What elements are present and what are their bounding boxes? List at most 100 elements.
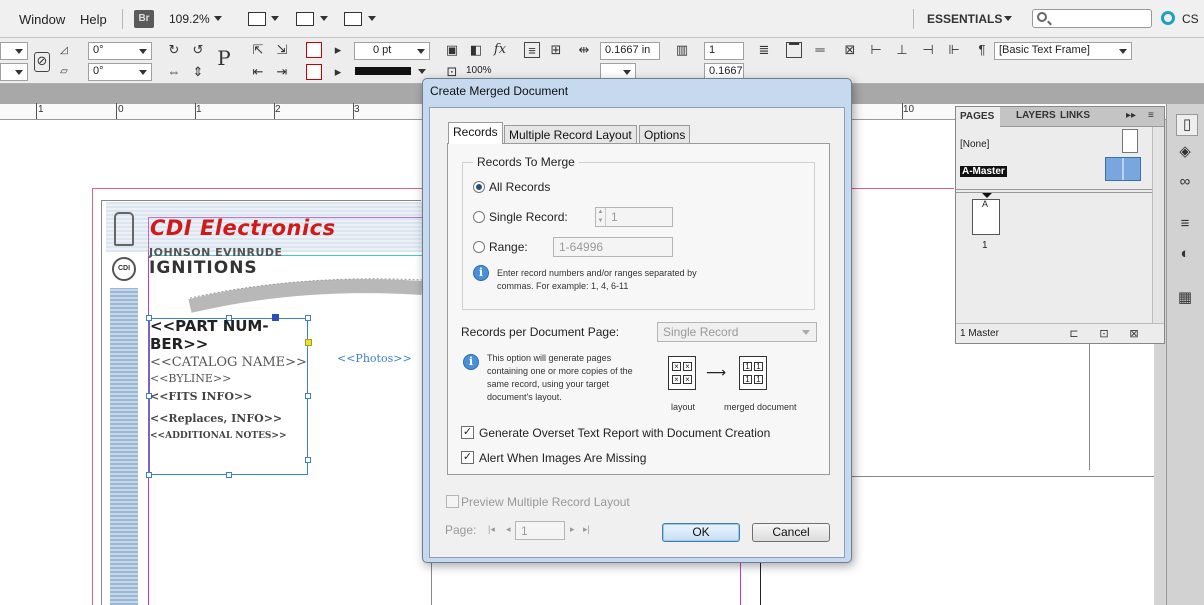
preview-layout-checkbox[interactable] <box>446 495 459 508</box>
frame-handle[interactable] <box>305 457 311 463</box>
preview-layout-label[interactable]: Preview Multiple Record Layout <box>461 495 630 509</box>
align-right-icon[interactable]: ⊣ <box>920 42 936 58</box>
menu-window[interactable]: Window <box>19 12 65 27</box>
last-page-icon[interactable]: ▸| <box>583 524 590 535</box>
search-input[interactable] <box>1032 9 1152 28</box>
master-none[interactable]: [None] <box>960 139 989 150</box>
all-records-radio[interactable] <box>473 181 485 193</box>
effects-icon[interactable]: ◧ <box>468 42 484 58</box>
fill-none-icon[interactable] <box>306 42 322 58</box>
frame-handle[interactable] <box>146 472 152 478</box>
tab-pages[interactable]: PAGES <box>956 107 1001 127</box>
tab-options[interactable]: Options <box>639 125 691 144</box>
screen-mode-dropdown-icon[interactable] <box>320 16 328 21</box>
arrange-dropdown-icon[interactable] <box>368 16 376 21</box>
stroke-panel-icon[interactable]: ≡ <box>1177 216 1193 232</box>
align-center-icon[interactable]: ⊥ <box>894 42 910 58</box>
range-input[interactable]: 1-64996 <box>553 237 673 257</box>
reference-point-icon[interactable]: P <box>216 48 232 68</box>
stroke-none-icon[interactable] <box>306 64 322 80</box>
panel-menu-icon[interactable]: ≡ <box>1148 110 1154 121</box>
edit-page-size-icon[interactable]: ⊏ <box>1066 326 1082 342</box>
range-radio[interactable] <box>473 241 485 253</box>
justify-icon[interactable]: ≣ <box>756 42 772 58</box>
align-left-icon[interactable]: ⊢ <box>868 42 884 58</box>
overset-report-label[interactable]: Generate Overset Text Report with Docume… <box>479 426 770 440</box>
single-record-radio[interactable] <box>473 211 485 223</box>
screen-mode-icon[interactable] <box>296 12 314 26</box>
workspace-switcher[interactable]: ESSENTIALS <box>927 12 1002 26</box>
constrain-link-icon[interactable]: ⊘ <box>34 52 50 72</box>
width-field[interactable]: 0.1667 in <box>600 42 660 60</box>
cancel-button[interactable]: Cancel <box>752 523 830 542</box>
view-dropdown-icon[interactable] <box>271 16 279 21</box>
single-record-label[interactable]: Single Record: <box>489 210 568 224</box>
tab-links[interactable]: LINKS <box>1060 110 1090 121</box>
stroke-type-swatch[interactable] <box>355 67 411 75</box>
rotation-angle-field[interactable]: 0° <box>88 42 152 60</box>
tab-layers[interactable]: LAYERS <box>1016 110 1056 121</box>
new-page-icon[interactable]: ⊡ <box>1096 326 1112 342</box>
pages-panel-icon[interactable]: ▯ <box>1176 114 1198 136</box>
x-field[interactable] <box>0 42 28 60</box>
record-spinner-icon[interactable]: ▲ ▼ <box>596 208 606 226</box>
overset-report-checkbox[interactable]: ✓ <box>461 426 474 439</box>
stroke-type-dropdown-icon[interactable] <box>418 69 426 74</box>
vertical-align-icon[interactable]: ═ <box>812 42 828 58</box>
stroke-weight-field[interactable]: 0 pt <box>354 42 430 60</box>
fx-icon[interactable]: fx <box>492 42 508 58</box>
alert-missing-images-checkbox[interactable]: ✓ <box>461 451 474 464</box>
workspace-dropdown-icon[interactable] <box>1004 16 1012 21</box>
all-records-label[interactable]: All Records <box>489 180 550 194</box>
select-previous-icon[interactable]: ⇤ <box>250 64 266 80</box>
select-container-icon[interactable]: ⇱ <box>250 42 266 58</box>
select-content-icon[interactable]: ⇲ <box>274 42 290 58</box>
panel-scrollbar[interactable] <box>1152 127 1164 323</box>
a-master-item[interactable]: A-Master <box>960 166 1007 177</box>
distribute-icon[interactable]: ⊩ <box>946 42 962 58</box>
next-page-icon[interactable]: ▸ <box>570 524 575 535</box>
cs-live-icon[interactable] <box>1161 11 1175 25</box>
panel-collapse-icon[interactable]: ▸▸ <box>1126 110 1136 121</box>
frame-handle[interactable] <box>226 472 232 478</box>
page-number-input[interactable]: 1 <box>515 521 565 540</box>
align-text-icon[interactable]: ≡ <box>524 42 540 58</box>
object-style-select[interactable]: [Basic Text Frame] <box>994 42 1132 60</box>
previous-page-icon[interactable]: ◂ <box>506 524 511 535</box>
y-field[interactable] <box>0 63 28 81</box>
cs-live-label[interactable]: CS <box>1182 12 1199 26</box>
layers-panel-icon[interactable]: ◈ <box>1177 144 1193 160</box>
stroke-dropdown-icon[interactable]: ▸ <box>330 64 346 80</box>
none-thumbnail[interactable] <box>1122 129 1138 153</box>
frame-fitting-icon[interactable]: ⊞ <box>548 42 564 58</box>
flip-h-icon[interactable]: ⇔ <box>166 64 182 80</box>
arrange-documents-icon[interactable] <box>344 12 362 26</box>
per-page-select[interactable]: Single Record <box>657 322 817 342</box>
flip-v-icon[interactable]: ⇕ <box>190 64 206 80</box>
opacity-value[interactable]: 100% <box>466 65 492 76</box>
swatches-panel-icon[interactable]: ◐ <box>1177 246 1193 262</box>
zoom-level[interactable]: 109.2% <box>169 12 210 26</box>
in-port-icon[interactable] <box>272 314 279 321</box>
links-panel-icon[interactable]: ∞ <box>1177 174 1193 190</box>
view-options-icon[interactable] <box>248 12 266 26</box>
frame-handle[interactable] <box>305 393 311 399</box>
a-master-thumbnail[interactable] <box>1105 157 1141 181</box>
alert-missing-images-label[interactable]: Alert When Images Are Missing <box>479 451 646 465</box>
text-wrap-icon[interactable]: ⊠ <box>842 42 858 58</box>
columns-field[interactable]: 1 <box>704 42 744 60</box>
menu-help[interactable]: Help <box>80 12 107 27</box>
fill-dropdown-icon[interactable]: ▸ <box>330 42 346 58</box>
zoom-dropdown-icon[interactable] <box>214 16 222 21</box>
drop-shadow-icon[interactable]: ▣ <box>444 42 460 58</box>
field-photos[interactable]: <<Photos>> <box>337 352 412 365</box>
tab-multiple-record-layout[interactable]: Multiple Record Layout <box>504 125 637 144</box>
frame-handle[interactable] <box>305 315 311 321</box>
tab-records[interactable]: Records <box>448 122 503 144</box>
first-page-icon[interactable]: |◂ <box>488 524 495 535</box>
select-next-icon[interactable]: ⇥ <box>274 64 290 80</box>
rotate-ccw-icon[interactable]: ↺ <box>190 42 206 58</box>
single-record-input[interactable]: 1 <box>595 207 673 227</box>
grid-panel-icon[interactable]: ▦ <box>1177 290 1193 306</box>
rotate-cw-icon[interactable]: ↻ <box>166 42 182 58</box>
